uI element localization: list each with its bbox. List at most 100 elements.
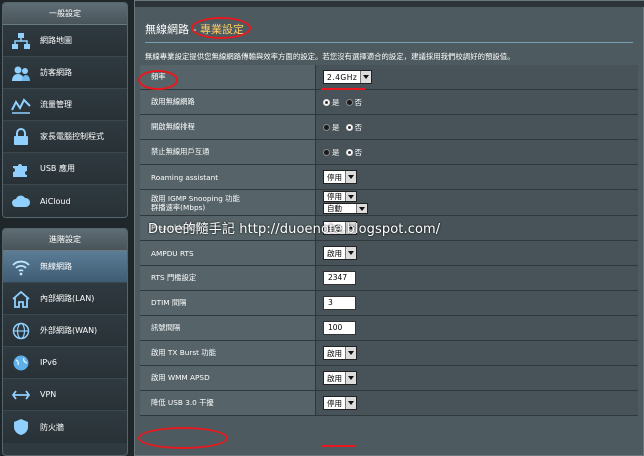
setting-row-usb3-interference: 降低 USB 3.0 干擾 停用 [140,391,638,416]
network-map-icon [10,30,32,52]
radio-label: 否 [354,122,363,132]
radio-label: 是 [332,122,340,132]
sidebar-item-label: 流量管理 [40,100,72,109]
sidebar-item-label: 外部網路(WAN) [40,326,98,335]
setting-label: DTIM 間隔 [140,291,316,315]
sidebar-item-wan[interactable]: 外部網路(WAN) [3,315,127,347]
sidebar-item-label: 家長電腦控制程式 [40,132,104,141]
tx-burst-select[interactable]: 啟用 [323,346,357,360]
chevron-down-icon [345,372,356,384]
sidebar-item-firewall[interactable]: 防火牆 [3,411,127,443]
beacon-interval-input[interactable]: 100 [323,321,356,335]
blog-watermark: Duoe的隨手記 http://duoenote.blogspot.com/ [148,222,441,237]
roaming-assistant-select[interactable]: 停用 [323,170,357,184]
radio-dot [323,123,330,131]
band-select[interactable]: 2.4GHz [323,70,373,84]
general-settings-menu: 一般設定 網路地圖 訪客網路 流量管理 家長電腦控制程式 USB 應用 AiCl… [2,2,128,218]
sidebar-item-vpn[interactable]: VPN [3,379,127,411]
radio-no[interactable]: 否 [345,97,363,108]
router-admin-screen: 一般設定 網路地圖 訪客網路 流量管理 家長電腦控制程式 USB 應用 AiCl… [0,0,644,456]
select-value: 啟用 [327,373,342,383]
usb3-interference-select[interactable]: 停用 [323,396,357,410]
sidebar-item-label: 網路地圖 [40,36,72,45]
sidebar-item-guest-network[interactable]: 訪客網路 [3,57,127,89]
sidebar-item-lan[interactable]: 內部網路(LAN) [3,283,127,315]
chevron-down-icon [345,347,356,359]
sidebar-item-label: USB 應用 [40,164,75,173]
radio-label: 否 [354,97,363,107]
firewall-shield-icon [10,416,32,438]
select-value: 停用 [327,172,342,182]
select-value: 啟用 [327,348,342,358]
chevron-down-icon [360,71,372,83]
sidebar-item-label: VPN [40,390,57,399]
aicloud-icon [10,190,32,212]
sidebar-item-label: 內部網路(LAN) [40,294,95,303]
setting-row-tx-burst: 啟用 TX Burst 功能 啟用 [140,341,638,366]
chevron-down-icon [345,171,356,183]
ipv6-globe-icon [10,352,32,374]
select-value: 停用 [327,398,342,408]
radio-dot [345,98,353,106]
annotation-ellipse-usb3 [138,427,228,449]
select-value: 2.4GHz [327,72,358,82]
setting-label: Roaming assistant [140,165,316,189]
setting-label: RTS 門檻設定 [140,266,316,290]
chevron-down-icon [345,247,356,259]
setting-label: 降低 USB 3.0 干擾 [140,391,316,415]
setting-row-wmm-apsd: 啟用 WMM APSD 啟用 [140,366,638,391]
setting-label: 啟用無線網路 [140,90,316,114]
sidebar-item-label: 防火牆 [40,422,64,432]
page-description: 無線專業設定提供您無線網路傳輸與效率方面的設定。若您沒有選擇適合的設定，建議採用… [145,52,515,61]
multicast-rate-select[interactable]: 自動 [323,203,368,214]
sidebar-item-traffic-manager[interactable]: 流量管理 [3,89,127,121]
radio-dot [323,98,330,106]
wmm-apsd-select[interactable]: 啟用 [323,371,357,385]
dtim-interval-input[interactable]: 3 [323,296,356,310]
rts-threshold-input[interactable]: 2347 [323,271,356,285]
igmp-snooping-select[interactable]: 停用 [323,191,357,202]
ampdu-rts-select[interactable]: 啟用 [323,246,357,260]
radio-no[interactable]: 否 [345,122,363,133]
radio-label: 是 [332,147,340,157]
igmp-label: 啟用 IGMP Snooping 功能 [151,193,240,203]
sidebar-item-label: 無線網路 [40,262,72,271]
setting-label: 訊號間隔 [140,316,316,340]
setting-row-enable-radio: 啟用無線網路 是 否 [140,90,638,115]
annotation-ellipse-title [191,17,251,39]
globe-icon [10,320,32,342]
annotation-underline-band [321,88,365,90]
setting-label: 啟用 TX Burst 功能 [140,341,316,365]
home-icon [10,288,32,310]
sidebar-item-network-map[interactable]: 網路地圖 [3,25,127,57]
sidebar-item-ipv6[interactable]: IPv6 [3,347,127,379]
setting-row-beacon-interval: 訊號間隔 100 [140,316,638,341]
traffic-manager-icon [10,94,32,116]
sidebar-item-wireless[interactable]: 無線網路 [3,251,127,283]
setting-label: 禁止無線用戶互通 [140,140,316,164]
parental-control-icon [10,126,32,148]
radio-no[interactable]: 否 [345,147,362,158]
setting-row-band: 頻率 2.4GHz [140,65,638,90]
radio-dot [323,148,330,156]
chevron-down-icon [345,397,356,409]
radio-yes[interactable]: 是 [323,122,340,133]
advanced-settings-header: 進階設定 [3,229,127,251]
sidebar-item-parental-control[interactable]: 家長電腦控制程式 [3,121,127,153]
radio-dot [345,148,353,156]
sidebar-item-aicloud[interactable]: AiCloud [3,185,127,217]
select-value: 停用 [327,192,342,201]
multicast-rate-label: 群播速率(Mbps) [151,202,206,212]
setting-label: 啟用 IGMP Snooping 功能 群播速率(Mbps) [140,190,316,215]
setting-row-ampdu-rts: AMPDU RTS 啟用 [140,241,638,266]
setting-label: AMPDU RTS [140,241,316,265]
sidebar-item-label: AiCloud [40,196,71,206]
sidebar-item-usb-application[interactable]: USB 應用 [3,153,127,185]
annotation-underline-usb3 [321,445,356,447]
setting-label: 啟用 WMM APSD [140,366,316,390]
settings-table: 頻率 2.4GHz 啟用無線網路 是 否 開啟無線排程 是 否 禁止無線用戶互通 [140,65,638,416]
radio-yes[interactable]: 是 [323,97,340,108]
radio-yes[interactable]: 是 [323,147,340,158]
wifi-icon [10,256,32,278]
setting-row-radio-schedule: 開啟無線排程 是 否 [140,115,638,140]
